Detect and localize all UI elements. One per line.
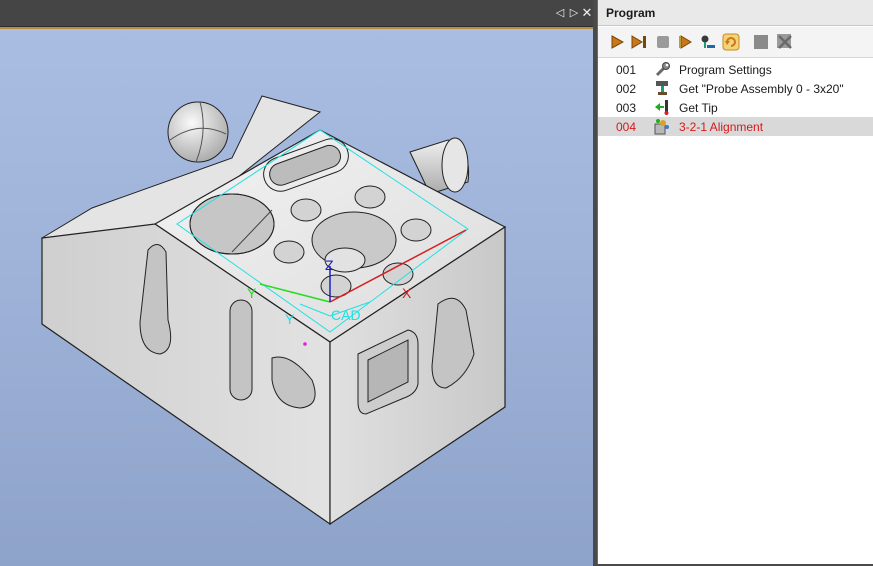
stop-icon[interactable] — [654, 33, 672, 51]
refresh-icon[interactable] — [722, 33, 740, 51]
program-item-number: 004 — [616, 120, 637, 134]
axis-y2-label: Y — [285, 311, 295, 327]
program-panel-title: Program — [598, 0, 873, 26]
probe-icon[interactable] — [699, 33, 717, 51]
program-item-004[interactable]: 004 3-2-1 Alignment — [598, 117, 873, 136]
program-item-001[interactable]: 001 Program Settings — [598, 60, 873, 79]
program-list: 001 Program Settings 002 Get "Probe Asse… — [598, 60, 873, 136]
part-model: X Y Z Y CAD — [40, 95, 507, 526]
step-icon[interactable] — [630, 33, 648, 51]
gray-square-icon[interactable] — [752, 33, 770, 51]
close-icon[interactable]: ✕ — [580, 5, 594, 21]
alignment-icon — [654, 118, 671, 135]
get-tip-icon — [654, 99, 671, 116]
axis-z-label: Z — [325, 257, 334, 273]
program-item-number: 002 — [616, 82, 637, 96]
program-item-003[interactable]: 003 Get Tip — [598, 98, 873, 117]
program-item-number: 003 — [616, 101, 637, 115]
part-sphere — [167, 101, 229, 163]
gray-clear-icon[interactable] — [776, 33, 794, 51]
program-item-label: Get "Probe Assembly 0 - 3x20" — [679, 82, 844, 96]
cad-label: CAD — [331, 307, 361, 323]
axis-x-label: X — [402, 285, 412, 301]
wrench-icon — [654, 61, 671, 78]
probe-assembly-icon — [654, 80, 671, 97]
program-item-label: Program Settings — [679, 63, 772, 77]
program-panel: Program 001 Program Settings 002 Get "Pr… — [597, 0, 873, 564]
cad-viewport-pane: ◁ ▷ ✕ X Y Z Y CAD — [0, 0, 593, 566]
program-toolbar — [598, 27, 873, 58]
program-item-002[interactable]: 002 Get "Probe Assembly 0 - 3x20" — [598, 79, 873, 98]
program-item-label: Get Tip — [679, 101, 718, 115]
play-icon[interactable] — [608, 33, 626, 51]
axis-y-label: Y — [247, 285, 257, 301]
viewport-header: ◁ ▷ ✕ — [0, 0, 593, 27]
program-item-number: 001 — [616, 63, 637, 77]
cad-canvas[interactable]: X Y Z Y CAD — [0, 27, 593, 566]
run-from-icon[interactable] — [677, 33, 695, 51]
pin-right-icon[interactable]: ▷ — [567, 5, 581, 21]
program-item-label: 3-2-1 Alignment — [679, 120, 764, 134]
pin-left-icon[interactable]: ◁ — [553, 5, 567, 21]
